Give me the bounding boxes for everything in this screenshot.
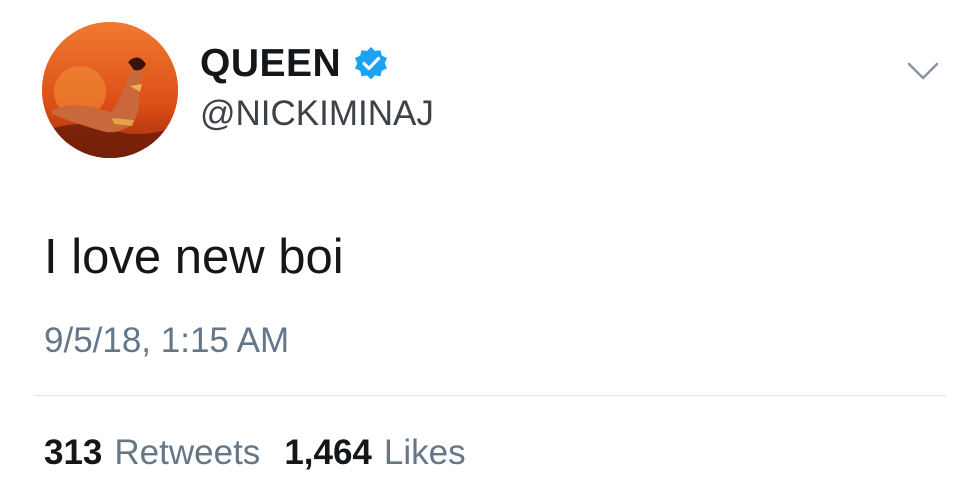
tweet-card: QUEEN @NICKIMINAJ I love new boi 9/5/18,… bbox=[0, 0, 980, 503]
tweet-stats: 313 Retweets 1,464 Likes bbox=[44, 431, 490, 475]
avatar-image bbox=[42, 22, 178, 158]
retweets-count: 313 bbox=[44, 433, 103, 472]
chevron-down-icon[interactable] bbox=[904, 58, 942, 84]
retweets-stat[interactable]: 313 Retweets bbox=[44, 431, 260, 475]
display-name-text: QUEEN bbox=[200, 42, 342, 85]
user-handle[interactable]: @NICKIMINAJ bbox=[200, 92, 434, 136]
likes-count: 1,464 bbox=[284, 433, 372, 472]
tweet-text: I love new boi bbox=[44, 230, 344, 284]
display-name[interactable]: QUEEN bbox=[200, 40, 389, 88]
retweets-label: Retweets bbox=[114, 433, 261, 472]
verified-badge-icon bbox=[353, 46, 389, 82]
likes-stat[interactable]: 1,464 Likes bbox=[284, 431, 465, 475]
divider bbox=[34, 395, 946, 396]
avatar[interactable] bbox=[42, 22, 178, 158]
tweet-timestamp[interactable]: 9/5/18, 1:15 AM bbox=[44, 319, 289, 363]
likes-label: Likes bbox=[383, 433, 466, 472]
